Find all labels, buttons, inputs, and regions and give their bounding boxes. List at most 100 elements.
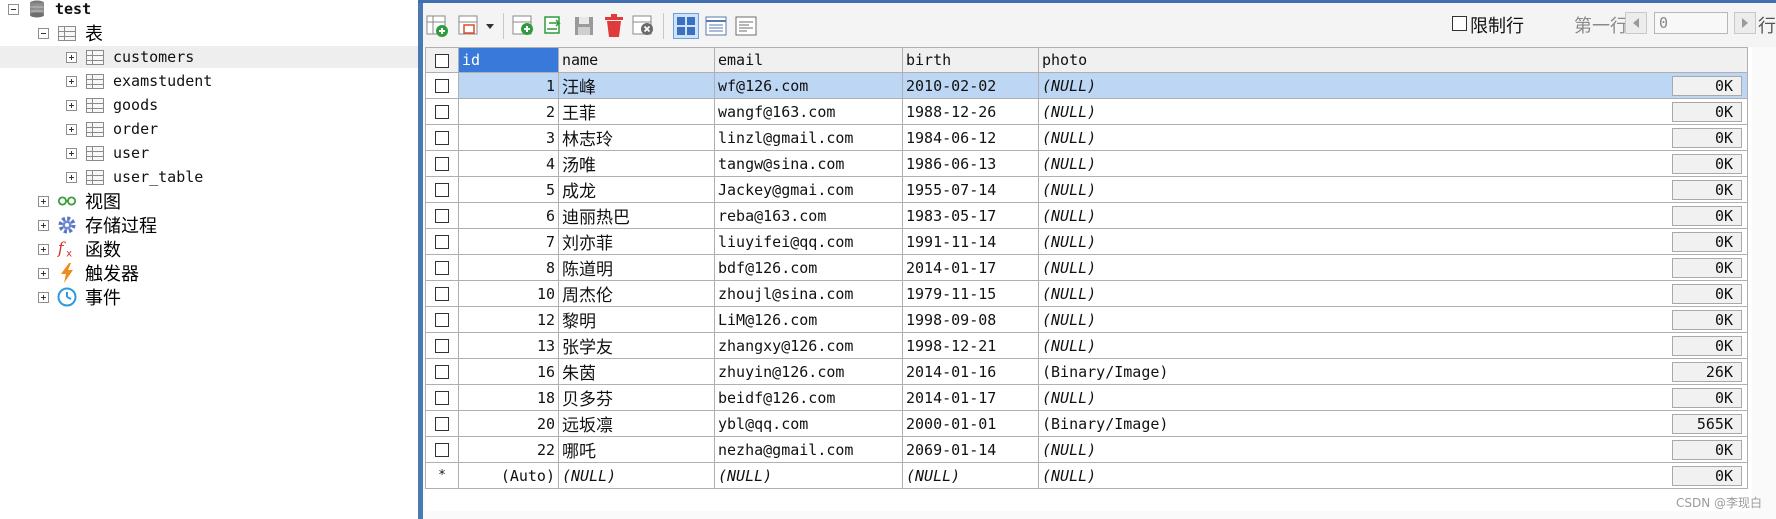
cell-birth[interactable]: 2069-01-14 bbox=[902, 436, 1039, 463]
blob-size-button[interactable]: 0K bbox=[1672, 440, 1742, 460]
row-checkbox[interactable] bbox=[435, 443, 449, 457]
blob-size-button[interactable]: 26K bbox=[1672, 362, 1742, 382]
table-row[interactable]: 22 哪吒 nezha@gmail.com 2069-01-14 (NULL) 0K bbox=[425, 436, 1748, 463]
blob-size-button[interactable]: 0K bbox=[1672, 154, 1742, 174]
row-checkbox[interactable] bbox=[435, 365, 449, 379]
cell-name[interactable]: 成龙 bbox=[558, 176, 715, 203]
expand-icon[interactable] bbox=[66, 51, 77, 63]
cell-name[interactable]: 贝多芬 bbox=[558, 384, 715, 411]
table-row[interactable]: 2 王菲 wangf@163.com 1988-12-26 (NULL) 0K bbox=[425, 98, 1748, 125]
row-select-cell[interactable] bbox=[425, 436, 459, 463]
collapse-icon[interactable] bbox=[38, 27, 49, 39]
table-row[interactable]: 3 林志玲 linzl@gmail.com 1984-06-12 (NULL) 0K bbox=[425, 124, 1748, 151]
cell-email[interactable]: bdf@126.com bbox=[714, 254, 903, 281]
cell-birth[interactable]: 1998-09-08 bbox=[902, 306, 1039, 333]
blob-size-button[interactable]: 0K bbox=[1672, 232, 1742, 252]
delete-icon[interactable] bbox=[601, 13, 627, 39]
cell-name[interactable]: 林志玲 bbox=[558, 124, 715, 151]
cell-birth[interactable]: 2014-01-17 bbox=[902, 384, 1039, 411]
expand-icon[interactable] bbox=[66, 147, 77, 159]
cell-birth[interactable]: 1984-06-12 bbox=[902, 124, 1039, 151]
cell-email[interactable]: Jackey@gmai.com bbox=[714, 176, 903, 203]
cell-email[interactable]: beidf@126.com bbox=[714, 384, 903, 411]
limit-rows-checkbox[interactable] bbox=[1452, 16, 1467, 31]
tree-item-table[interactable]: user_table bbox=[66, 166, 203, 188]
cell-photo[interactable]: (NULL) 0K bbox=[1038, 150, 1748, 177]
table-row[interactable]: 20 远坂凛 ybl@qq.com 2000-01-01 (Binary/Image) 5… bbox=[425, 410, 1748, 437]
cell-email[interactable]: ybl@qq.com bbox=[714, 410, 903, 437]
row-checkbox[interactable] bbox=[435, 235, 449, 249]
row-checkbox[interactable] bbox=[435, 157, 449, 171]
tree-node-triggers[interactable]: 触发器 bbox=[38, 262, 139, 285]
form-view-icon[interactable] bbox=[703, 13, 729, 39]
cell-birth[interactable]: (NULL) bbox=[902, 462, 1039, 489]
cell-email[interactable]: nezha@gmail.com bbox=[714, 436, 903, 463]
row-select-cell[interactable] bbox=[425, 124, 459, 151]
cell-name[interactable]: 陈道明 bbox=[558, 254, 715, 281]
row-select-cell[interactable] bbox=[425, 202, 459, 229]
cell-photo[interactable]: (NULL) 0K bbox=[1038, 124, 1748, 151]
cell-id[interactable]: 4 bbox=[458, 150, 559, 177]
tree-node-procedures[interactable]: 存储过程 bbox=[38, 214, 157, 237]
cell-birth[interactable]: 1979-11-15 bbox=[902, 280, 1039, 307]
select-all-checkbox[interactable] bbox=[435, 53, 449, 68]
cell-photo[interactable]: (NULL) 0K bbox=[1038, 254, 1748, 281]
row-select-cell[interactable] bbox=[425, 410, 459, 437]
expand-icon[interactable] bbox=[38, 195, 49, 207]
cell-name[interactable]: 王菲 bbox=[558, 98, 715, 125]
insert-row-icon[interactable] bbox=[511, 13, 537, 39]
cell-photo[interactable]: (NULL) 0K bbox=[1038, 228, 1748, 255]
cell-email[interactable]: linzl@gmail.com bbox=[714, 124, 903, 151]
next-page-button[interactable] bbox=[1734, 12, 1756, 34]
cell-name[interactable]: 汤唯 bbox=[558, 150, 715, 177]
tree-item-table[interactable]: goods bbox=[66, 94, 158, 116]
row-checkbox[interactable] bbox=[435, 105, 449, 119]
row-select-cell[interactable] bbox=[425, 280, 459, 307]
cell-id[interactable]: 18 bbox=[458, 384, 559, 411]
new-row[interactable]: * (Auto) (NULL) (NULL) (NULL) (NULL) 0K bbox=[425, 462, 1748, 489]
row-checkbox[interactable] bbox=[435, 391, 449, 405]
table-row[interactable]: 12 黎明 LiM@126.com 1998-09-08 (NULL) 0K bbox=[425, 306, 1748, 333]
row-select-cell[interactable] bbox=[425, 176, 459, 203]
tree-node-functions[interactable]: fx 函数 bbox=[38, 238, 121, 261]
cell-id[interactable]: 8 bbox=[458, 254, 559, 281]
collapse-icon[interactable] bbox=[8, 3, 19, 15]
cell-birth[interactable]: 1991-11-14 bbox=[902, 228, 1039, 255]
cell-email[interactable]: tangw@sina.com bbox=[714, 150, 903, 177]
first-row-input[interactable]: 0 bbox=[1654, 12, 1728, 34]
cell-name[interactable]: 周杰伦 bbox=[558, 280, 715, 307]
blob-size-button[interactable]: 0K bbox=[1672, 466, 1742, 486]
cell-id[interactable]: 1 bbox=[458, 72, 559, 99]
cell-id[interactable]: 7 bbox=[458, 228, 559, 255]
cell-email[interactable]: wf@126.com bbox=[714, 72, 903, 99]
cell-birth[interactable]: 1983-05-17 bbox=[902, 202, 1039, 229]
blob-size-button[interactable]: 0K bbox=[1672, 206, 1742, 226]
expand-icon[interactable] bbox=[38, 219, 49, 231]
expand-icon[interactable] bbox=[38, 267, 49, 279]
row-select-cell[interactable] bbox=[425, 150, 459, 177]
row-checkbox[interactable] bbox=[435, 131, 449, 145]
cell-name[interactable]: 汪峰 bbox=[558, 72, 715, 99]
expand-icon[interactable] bbox=[38, 243, 49, 255]
cell-email[interactable]: liuyifei@qq.com bbox=[714, 228, 903, 255]
row-checkbox[interactable] bbox=[435, 261, 449, 275]
cell-birth[interactable]: 2014-01-16 bbox=[902, 358, 1039, 385]
export-grid-icon[interactable] bbox=[425, 13, 451, 39]
cell-photo[interactable]: (NULL) 0K bbox=[1038, 332, 1748, 359]
tree-item-table[interactable]: customers bbox=[0, 46, 596, 68]
cell-id[interactable]: 12 bbox=[458, 306, 559, 333]
cell-email[interactable]: zhuyin@126.com bbox=[714, 358, 903, 385]
cell-email[interactable]: (NULL) bbox=[714, 462, 903, 489]
table-row[interactable]: 4 汤唯 tangw@sina.com 1986-06-13 (NULL) 0K bbox=[425, 150, 1748, 177]
cell-name[interactable]: 张学友 bbox=[558, 332, 715, 359]
cell-name[interactable]: 朱茵 bbox=[558, 358, 715, 385]
blob-size-button[interactable]: 565K bbox=[1672, 414, 1742, 434]
blob-size-button[interactable]: 0K bbox=[1672, 128, 1742, 148]
expand-icon[interactable] bbox=[66, 171, 77, 183]
cell-birth[interactable]: 2010-02-02 bbox=[902, 72, 1039, 99]
cell-birth[interactable]: 1955-07-14 bbox=[902, 176, 1039, 203]
cell-name[interactable]: 哪吒 bbox=[558, 436, 715, 463]
blob-size-button[interactable]: 0K bbox=[1672, 284, 1742, 304]
save-icon[interactable] bbox=[571, 13, 597, 39]
column-header-name[interactable]: name bbox=[558, 47, 715, 73]
